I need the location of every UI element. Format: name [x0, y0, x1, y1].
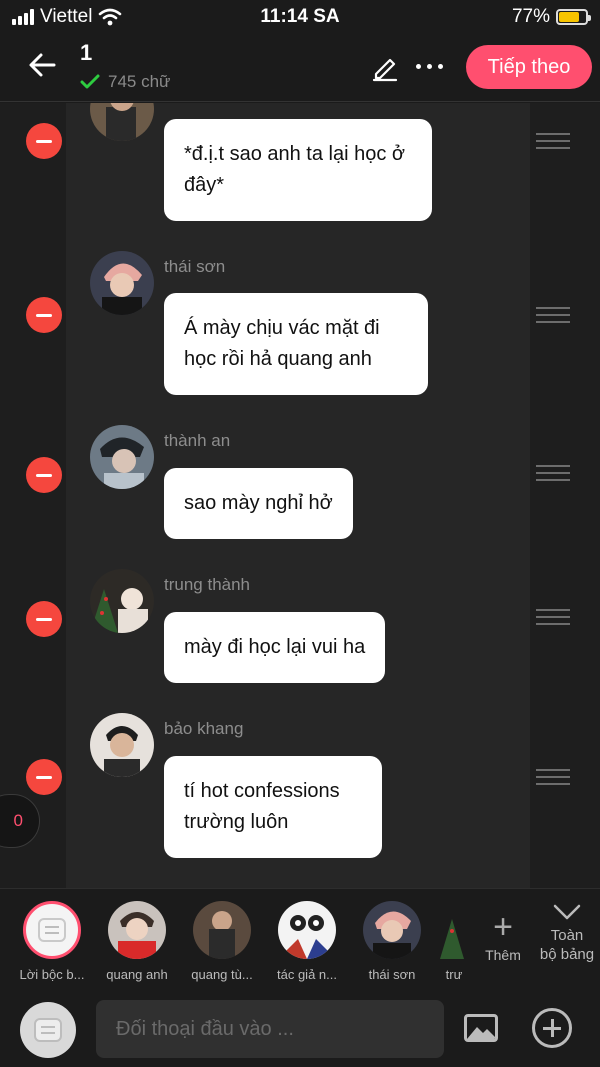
- delete-button[interactable]: [26, 457, 62, 493]
- dialogue-list: *đ.ị.t sao anh ta lại học ở đây* thái sơ…: [0, 103, 600, 888]
- character-item[interactable]: trư: [434, 901, 474, 982]
- drag-handle-icon[interactable]: [536, 133, 570, 149]
- battery-icon: [556, 9, 591, 25]
- character-item[interactable]: thái sơn: [354, 901, 430, 982]
- message-bubble[interactable]: mày đi học lại vui ha: [164, 612, 386, 683]
- narration-icon: [34, 1018, 62, 1042]
- character-item-narration[interactable]: Lời bộc b...: [14, 901, 90, 982]
- chevron-down-icon: [553, 904, 581, 920]
- editor-header: 1 745 chữ Tiếp theo: [0, 34, 600, 102]
- narration-icon: [23, 901, 81, 959]
- character-label: quang anh: [106, 967, 168, 982]
- character-name: bảo khang: [164, 719, 244, 738]
- character-name: thành an: [164, 431, 231, 450]
- message-bubble[interactable]: tí hot confessions trường luôn: [164, 756, 382, 858]
- character-label: thái sơn: [368, 967, 416, 982]
- character-name: trung thành: [164, 575, 251, 594]
- avatar[interactable]: [90, 425, 154, 489]
- image-icon[interactable]: [464, 1014, 498, 1042]
- avatar: [193, 901, 251, 959]
- plus-icon: +: [493, 908, 513, 946]
- full-board-label-1: Toàn: [550, 927, 584, 944]
- avatar[interactable]: [90, 569, 154, 633]
- back-arrow-icon[interactable]: [26, 48, 60, 82]
- character-name: thái sơn: [164, 257, 226, 276]
- next-button[interactable]: Tiếp theo: [466, 45, 592, 89]
- character-label: tác giả n...: [277, 967, 337, 982]
- word-count-label: 745 chữ: [108, 72, 171, 91]
- avatar[interactable]: [90, 251, 154, 315]
- dialogue-input[interactable]: [96, 1000, 444, 1058]
- clock: 11:14 SA: [260, 6, 340, 27]
- add-character-label: Thêm: [485, 947, 521, 963]
- avatar[interactable]: [90, 713, 154, 777]
- drag-handle-icon[interactable]: [536, 609, 570, 625]
- chapter-title[interactable]: 1: [80, 40, 92, 66]
- full-board-label-2: bộ bảng: [539, 946, 595, 963]
- avatar: [363, 901, 421, 959]
- avatar: [434, 901, 474, 959]
- more-options-button[interactable]: [416, 64, 443, 69]
- character-item[interactable]: quang tù...: [184, 901, 260, 982]
- delete-button[interactable]: [26, 123, 62, 159]
- drag-handle-icon[interactable]: [536, 465, 570, 481]
- status-right: 77%: [511, 6, 591, 28]
- battery-fill: [559, 12, 580, 22]
- message-bubble[interactable]: Á mày chịu vác mặt đi học rồi hả quang a…: [164, 293, 428, 395]
- avatar: [108, 901, 166, 959]
- drag-handle-icon[interactable]: [536, 307, 570, 323]
- character-bar: Lời bộc b... quang anh quang tù... tác g…: [0, 888, 600, 988]
- full-board-button[interactable]: Toàn bộ bảng: [534, 903, 600, 964]
- delete-button[interactable]: [26, 297, 62, 333]
- word-count: 745 chữ: [80, 72, 170, 92]
- pencil-icon[interactable]: [370, 52, 400, 82]
- character-label: trư: [445, 967, 463, 982]
- delete-button[interactable]: [26, 759, 62, 795]
- avatar: [278, 901, 336, 959]
- message-bubble[interactable]: *đ.ị.t sao anh ta lại học ở đây*: [164, 119, 432, 221]
- input-bar: [0, 988, 600, 1067]
- character-label: Lời bộc b...: [19, 967, 85, 982]
- character-item[interactable]: tác giả n...: [269, 901, 345, 982]
- add-character-button[interactable]: + Thêm: [480, 909, 526, 963]
- character-item[interactable]: quang anh: [99, 901, 175, 982]
- character-label: quang tù...: [191, 967, 253, 982]
- add-circle-icon[interactable]: [532, 1008, 572, 1048]
- message-bubble[interactable]: sao mày nghỉ hở: [164, 468, 353, 539]
- battery-percent: 77%: [511, 6, 550, 27]
- status-bar: Viettel 11:14 SA 77%: [0, 0, 600, 34]
- delete-button[interactable]: [26, 601, 62, 637]
- narration-toggle-button[interactable]: [20, 1002, 76, 1058]
- check-icon: [80, 74, 100, 89]
- drag-handle-icon[interactable]: [536, 769, 570, 785]
